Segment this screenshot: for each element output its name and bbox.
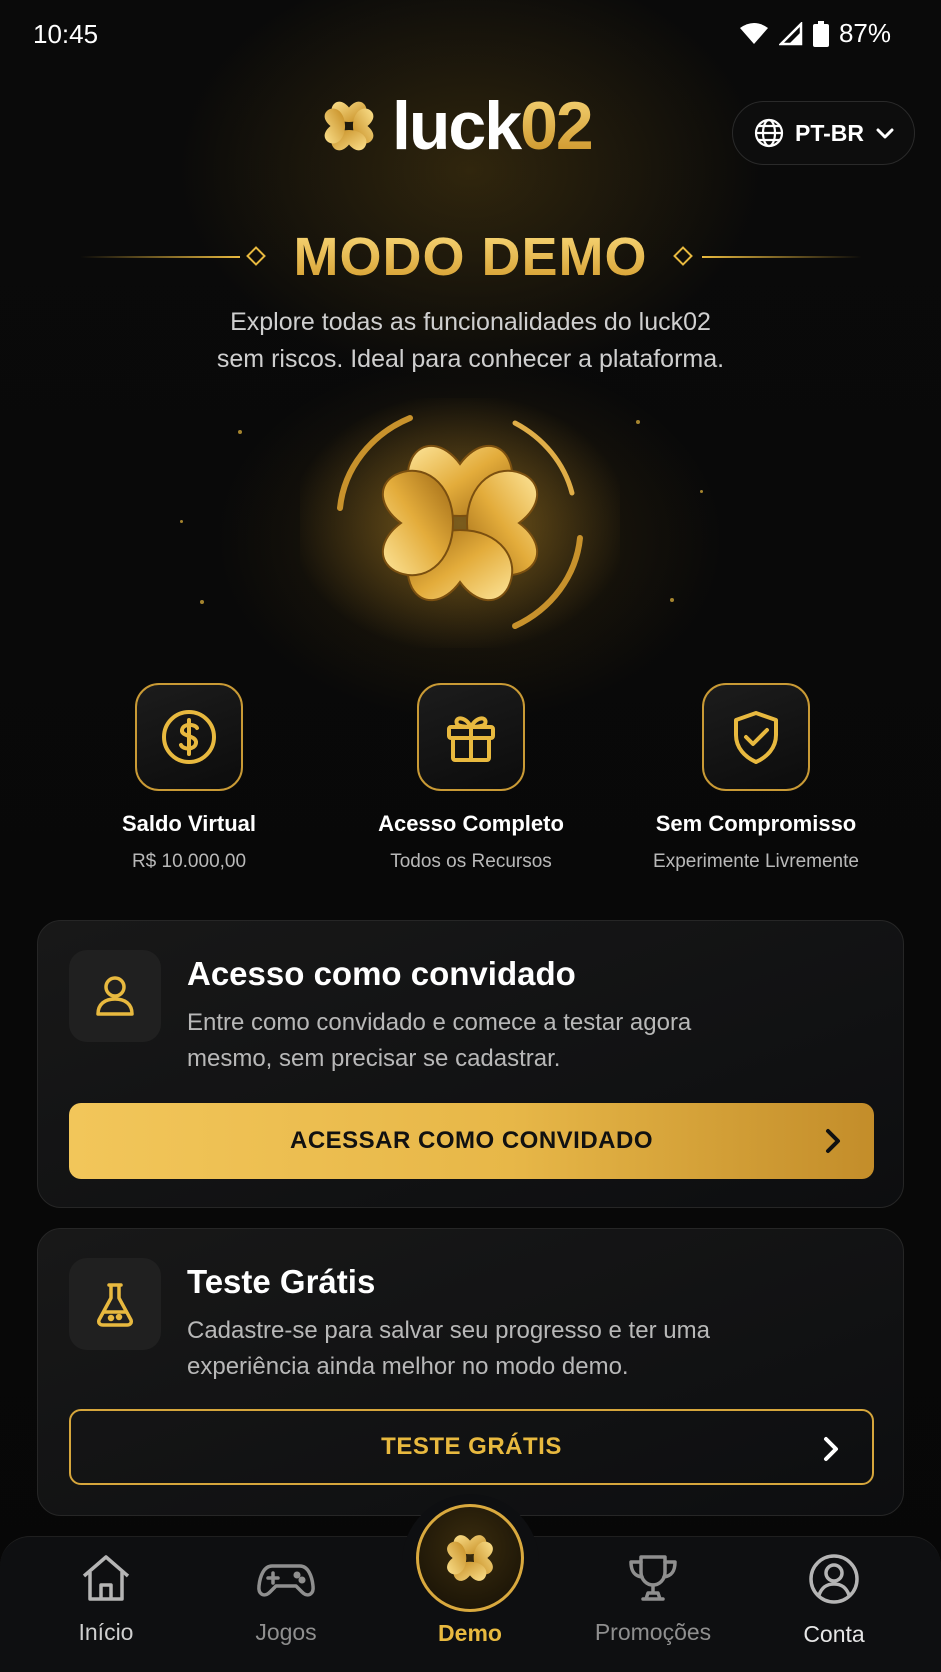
feature-title: Sem Compromisso bbox=[655, 811, 857, 836]
chevron-right-icon bbox=[824, 1437, 838, 1461]
battery-percent: 87% bbox=[838, 18, 891, 48]
title-divider-right bbox=[702, 256, 862, 258]
feature-title: Acesso Completo bbox=[378, 811, 564, 836]
card-description: Cadastre-se para salvar seu progresso e … bbox=[187, 1317, 710, 1380]
logo-wordmark: luck02 bbox=[392, 92, 594, 160]
feature-subtitle: R$ 10.000,00 bbox=[131, 851, 247, 872]
nav-item-jogos[interactable]: Jogos bbox=[196, 1552, 376, 1646]
feature-icon-box bbox=[135, 683, 243, 791]
feature-full-access: Acesso Completo Todos os Recursos bbox=[341, 683, 601, 873]
battery-icon bbox=[812, 20, 829, 47]
sparkle bbox=[238, 430, 242, 434]
card-description: Entre como convidado e comece a testar a… bbox=[187, 1009, 692, 1072]
sparkle bbox=[200, 600, 204, 604]
account-icon bbox=[809, 1554, 859, 1604]
nav-label: Início bbox=[78, 1619, 134, 1645]
feature-icon-box bbox=[702, 683, 810, 791]
sparkle bbox=[670, 598, 674, 602]
nav-label-demo: Demo bbox=[438, 1620, 502, 1646]
subtitle-line-2: sem riscos. Ideal para conhecer a plataf… bbox=[216, 345, 725, 373]
sparkle bbox=[180, 520, 183, 523]
globe-icon bbox=[754, 118, 784, 148]
signal-icon bbox=[778, 21, 803, 45]
subtitle-line-1: Explore todas as funcionalidades do luck… bbox=[230, 308, 711, 336]
user-icon bbox=[96, 976, 134, 1016]
home-icon bbox=[82, 1555, 130, 1601]
button-label: TESTE GRÁTIS bbox=[381, 1433, 562, 1460]
status-icons: 87% bbox=[739, 18, 891, 49]
nav-item-inicio[interactable]: Início bbox=[16, 1552, 196, 1646]
feature-icon-box bbox=[417, 683, 525, 791]
chevron-right-icon bbox=[826, 1129, 840, 1153]
clover-icon bbox=[447, 1535, 493, 1581]
nav-item-conta[interactable]: Conta bbox=[744, 1552, 924, 1648]
status-time: 10:45 bbox=[33, 19, 99, 49]
feature-virtual-balance: Saldo Virtual R$ 10.000,00 bbox=[59, 683, 319, 873]
free-trial-button[interactable]: TESTE GRÁTIS bbox=[69, 1409, 874, 1485]
flask-icon bbox=[97, 1283, 133, 1327]
guest-access-button[interactable]: ACESSAR COMO CONVIDADO bbox=[69, 1103, 874, 1179]
logo-text-02: 02 bbox=[520, 88, 594, 164]
gamepad-icon bbox=[257, 1564, 315, 1597]
card-title: Teste Grátis bbox=[187, 1263, 376, 1300]
button-label: ACESSAR COMO CONVIDADO bbox=[289, 1127, 654, 1154]
clover-logo-icon bbox=[324, 101, 374, 151]
nav-label: Jogos bbox=[255, 1619, 317, 1645]
chevron-down-icon bbox=[876, 128, 894, 139]
free-trial-card: Teste Grátis Cadastre-se para salvar seu… bbox=[37, 1228, 904, 1516]
sparkle bbox=[700, 490, 703, 493]
app-logo: luck02 bbox=[316, 92, 594, 160]
wifi-icon bbox=[739, 22, 768, 44]
nav-item-promocoes[interactable]: Promoções bbox=[563, 1552, 743, 1646]
feature-no-commitment: Sem Compromisso Experimente Livremente bbox=[626, 683, 886, 873]
card-title: Acesso como convidado bbox=[187, 955, 576, 992]
feature-subtitle: Todos os Recursos bbox=[390, 851, 552, 872]
page-subtitle: Explore todas as funcionalidades do luck… bbox=[0, 304, 941, 378]
nav-label: Promoções bbox=[594, 1619, 712, 1645]
feature-title: Saldo Virtual bbox=[121, 811, 257, 836]
guest-access-card: Acesso como convidado Entre como convida… bbox=[37, 920, 904, 1208]
language-selector[interactable]: PT-BR bbox=[732, 101, 915, 165]
gift-icon bbox=[447, 716, 495, 762]
card-icon-box bbox=[69, 950, 161, 1042]
demo-page: 10:45 87% luck02 PT-BR MODO DEMO Explore… bbox=[0, 0, 941, 1672]
logo-text-luck: luck bbox=[392, 88, 522, 164]
dollar-coin-icon bbox=[162, 710, 216, 764]
feature-subtitle: Experimente Livremente bbox=[653, 851, 859, 872]
nav-item-demo[interactable] bbox=[416, 1504, 524, 1612]
language-label: PT-BR bbox=[795, 119, 864, 146]
sparkle bbox=[636, 420, 640, 424]
nav-label: Conta bbox=[803, 1621, 865, 1647]
card-icon-box bbox=[69, 1258, 161, 1350]
trophy-icon bbox=[629, 1555, 677, 1601]
shield-check-icon bbox=[734, 711, 778, 764]
hero-clover-image bbox=[300, 398, 620, 648]
status-bar: 10:45 87% bbox=[0, 0, 941, 68]
